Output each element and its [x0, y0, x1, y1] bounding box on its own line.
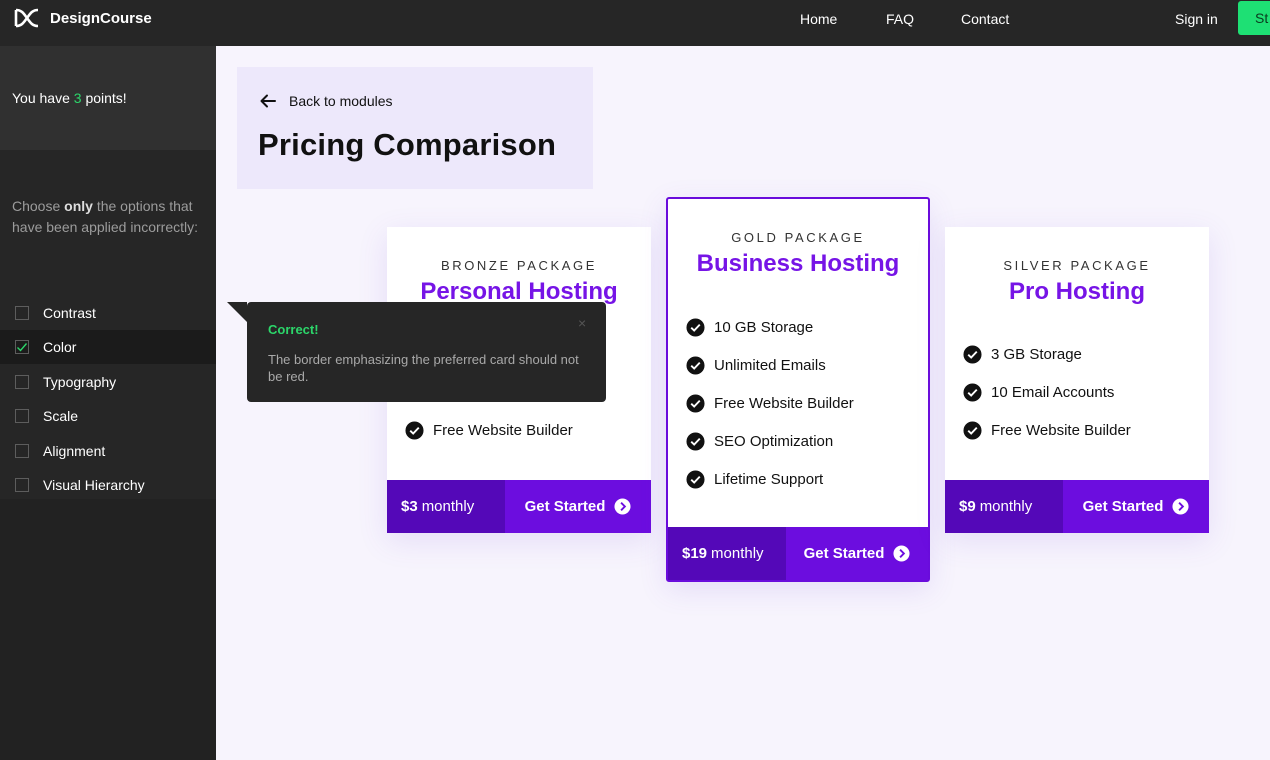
card-footer: $19 monthly Get Started	[668, 527, 928, 580]
back-label: Back to modules	[289, 93, 393, 109]
price: $9 monthly	[945, 480, 1063, 533]
card-footer: $3 monthly Get Started	[387, 480, 651, 533]
module-header: Back to modules Pricing Comparison	[237, 67, 593, 189]
check-circle-icon	[963, 382, 982, 402]
checkbox[interactable]	[15, 478, 29, 492]
feature-item: Free Website Builder	[405, 411, 573, 449]
nav-home[interactable]: Home	[800, 11, 837, 27]
option-scale[interactable]: Scale	[0, 399, 216, 433]
check-circle-icon	[405, 420, 424, 440]
feature-item: SEO Optimization	[686, 422, 854, 460]
check-circle-icon	[686, 355, 705, 375]
feature-item: Lifetime Support	[686, 460, 854, 498]
card-footer: $9 monthly Get Started	[945, 480, 1209, 533]
quiz-prompt: Choose only the options that have been a…	[12, 198, 199, 235]
checkbox[interactable]	[15, 444, 29, 458]
brand-name: DesignCourse	[50, 9, 152, 27]
points-summary: You have 3 points!	[12, 90, 127, 106]
option-label: Alignment	[43, 443, 106, 459]
chevron-right-circle-icon	[1172, 498, 1189, 515]
checkbox[interactable]	[15, 340, 29, 354]
brand[interactable]: DesignCourse	[14, 8, 152, 28]
feature-list: 3 GB Storage 10 Email Accounts Free Webs…	[963, 335, 1131, 449]
feedback-title: Correct!	[268, 322, 319, 337]
checkbox[interactable]	[15, 409, 29, 423]
start-button[interactable]: St	[1238, 1, 1270, 35]
quiz-sidebar: You have 3 points! Choose only the optio…	[0, 46, 216, 760]
points-panel: You have 3 points!	[0, 46, 216, 150]
close-icon[interactable]: ×	[578, 315, 586, 331]
price: $19 monthly	[668, 527, 786, 580]
pricing-card-silver: SILVER PACKAGE Pro Hosting 3 GB Storage …	[945, 227, 1209, 533]
price: $3 monthly	[387, 480, 505, 533]
option-label: Scale	[43, 408, 79, 424]
top-nav: DesignCourse Home FAQ Contact Sign in St	[0, 0, 1270, 46]
arrow-left-icon	[260, 94, 276, 108]
plan-name: Business Hosting	[696, 250, 900, 277]
option-contrast[interactable]: Contrast	[0, 296, 216, 330]
check-circle-icon	[686, 469, 705, 489]
sidebar-footer	[0, 499, 216, 760]
popover-arrow	[227, 302, 247, 322]
feature-item: 3 GB Storage	[963, 335, 1131, 373]
back-to-modules-link[interactable]: Back to modules	[259, 92, 393, 110]
feature-list: Free Website Builder	[405, 411, 573, 449]
option-label: Visual Hierarchy	[43, 477, 145, 493]
get-started-button[interactable]: Get Started	[786, 527, 928, 580]
option-typography[interactable]: Typography	[0, 365, 216, 399]
plan-name: Pro Hosting	[1009, 278, 1145, 305]
feature-item: Free Website Builder	[963, 411, 1131, 449]
page-title: Pricing Comparison	[258, 127, 557, 162]
feedback-message: The border emphasizing the preferred car…	[268, 352, 579, 384]
checkbox[interactable]	[15, 306, 29, 320]
option-label: Color	[43, 339, 77, 355]
feature-item: 10 Email Accounts	[963, 373, 1131, 411]
get-started-button[interactable]: Get Started	[1063, 480, 1209, 533]
check-circle-icon	[686, 431, 705, 451]
option-label: Typography	[43, 374, 117, 390]
dc-logo-icon	[14, 8, 39, 28]
check-circle-icon	[963, 344, 982, 364]
package-label: BRONZE PACKAGE	[440, 258, 598, 273]
chevron-right-circle-icon	[893, 545, 910, 562]
option-visual-hierarchy[interactable]: Visual Hierarchy	[0, 468, 216, 502]
pricing-card-gold: GOLD PACKAGE Business Hosting 10 GB Stor…	[666, 197, 930, 582]
feature-item: 10 GB Storage	[686, 308, 854, 346]
option-label: Contrast	[43, 305, 96, 321]
option-color[interactable]: Color	[0, 330, 216, 364]
check-circle-icon	[686, 317, 705, 337]
feature-list: 10 GB Storage Unlimited Emails Free Webs…	[686, 308, 854, 498]
chevron-right-circle-icon	[614, 498, 631, 515]
option-alignment[interactable]: Alignment	[0, 434, 216, 468]
check-circle-icon	[963, 420, 982, 440]
feature-item: Unlimited Emails	[686, 346, 854, 384]
check-circle-icon	[686, 393, 705, 413]
nav-contact[interactable]: Contact	[961, 11, 1009, 27]
points-count: 3	[73, 90, 82, 106]
check-mark-icon	[17, 343, 28, 352]
checkbox[interactable]	[15, 375, 29, 389]
feedback-popover: Correct! × The border emphasizing the pr…	[227, 302, 606, 402]
get-started-button[interactable]: Get Started	[505, 480, 651, 533]
feature-item: Free Website Builder	[686, 384, 854, 422]
package-label: GOLD PACKAGE	[731, 230, 865, 245]
quiz-panel: Choose only the options that have been a…	[0, 150, 216, 499]
nav-faq[interactable]: FAQ	[886, 11, 914, 27]
sign-in-link[interactable]: Sign in	[1175, 11, 1218, 27]
package-label: SILVER PACKAGE	[1003, 258, 1151, 273]
